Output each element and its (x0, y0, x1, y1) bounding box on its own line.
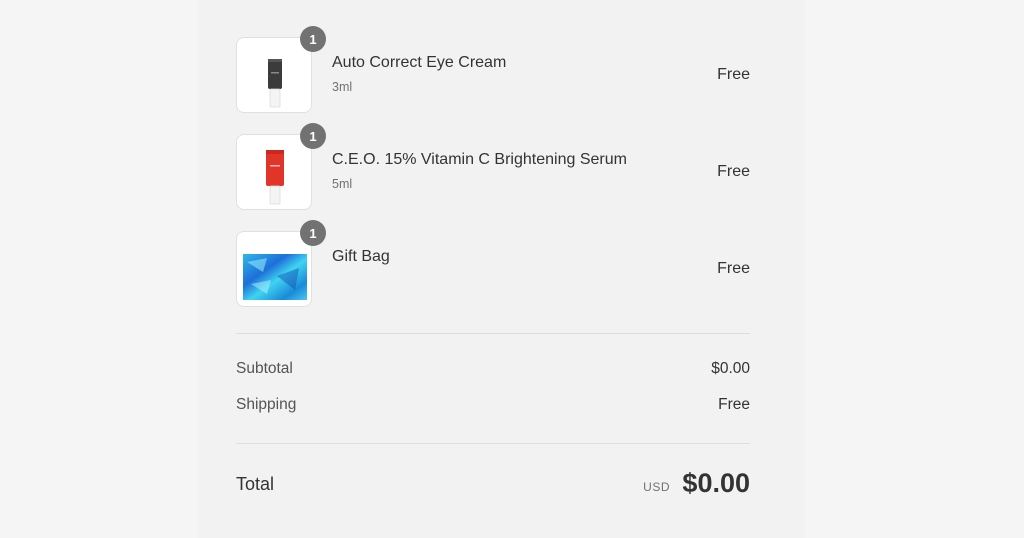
item-price: Free (717, 66, 750, 83)
subtotal-label: Subtotal (236, 360, 293, 377)
shipping-value: Free (718, 396, 750, 413)
item-variant: 5ml (332, 177, 353, 191)
divider (236, 443, 750, 444)
serum-tube-icon (266, 150, 284, 205)
item-name: Auto Correct Eye Cream (332, 54, 507, 71)
product-thumbnail (236, 37, 312, 113)
total-label: Total (236, 474, 275, 494)
order-summary: 1 Auto Correct Eye Cream 3ml Free 1 C.E.… (236, 0, 750, 538)
gift-bag-icon (243, 254, 307, 300)
product-thumbnail (236, 231, 312, 307)
divider (236, 333, 750, 334)
product-thumbnail (236, 134, 312, 210)
total-value: $0.00 (682, 468, 750, 498)
item-name: C.E.O. 15% Vitamin C Brightening Serum (332, 151, 627, 168)
item-variant: 3ml (332, 80, 353, 94)
quantity-badge: 1 (300, 123, 326, 149)
eye-cream-tube-icon (268, 59, 282, 108)
currency-code: USD (643, 480, 670, 494)
item-price: Free (717, 163, 750, 180)
shipping-label: Shipping (236, 396, 297, 413)
quantity-badge: 1 (300, 26, 326, 52)
subtotal-value: $0.00 (711, 360, 750, 377)
item-name: Gift Bag (332, 248, 390, 265)
line-item: 1 Auto Correct Eye Cream 3ml Free (236, 26, 750, 115)
quantity-badge: 1 (300, 220, 326, 246)
line-item: 1 C.E.O. 15% Vitamin C Brightening Serum… (236, 123, 750, 212)
line-item: 1 Gift Bag Free (236, 220, 750, 309)
item-price: Free (717, 260, 750, 277)
